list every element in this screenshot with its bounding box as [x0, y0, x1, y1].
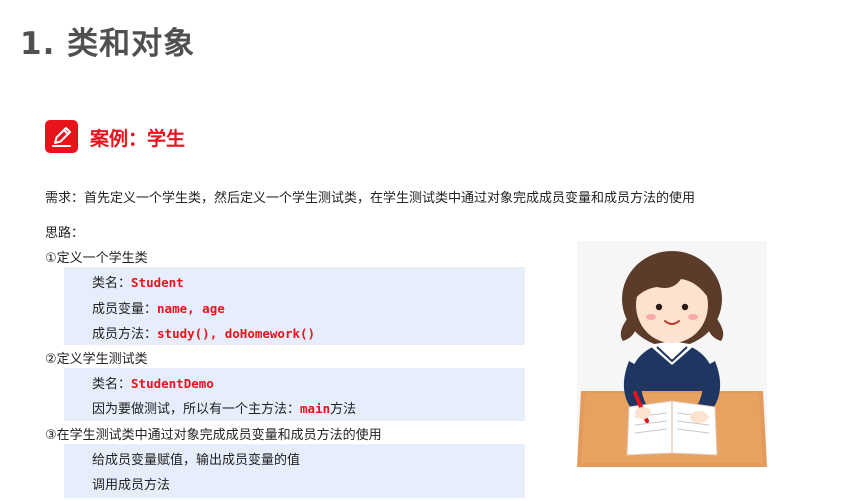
class-name-line: 类名：StudentDemo [92, 373, 214, 392]
call-methods-line: 调用成员方法 [92, 478, 171, 493]
code-text: StudentDemo [131, 376, 214, 391]
step-heading: ①定义一个学生类 [45, 251, 148, 266]
thinking-label: 思路： [45, 226, 85, 241]
requirement-text: 需求：首先定义一个学生类，然后定义一个学生测试类，在学生测试类中通过对象完成成员… [45, 191, 696, 206]
class-name-line: 类名：Student [92, 272, 184, 291]
step-heading: ③在学生测试类中通过对象完成成员变量和成员方法的使用 [45, 428, 382, 443]
line-suffix: 方法 [330, 402, 357, 417]
code-text: name, age [157, 301, 225, 316]
main-method-line: 因为要做测试，所以有一个主方法：main方法 [92, 398, 356, 417]
pencil-icon [45, 120, 78, 153]
case-title: 案例：学生 [90, 128, 186, 150]
line-label: 成员变量： [92, 302, 158, 317]
assign-variables-line: 给成员变量赋值，输出成员变量的值 [92, 453, 301, 468]
member-variables-line: 成员变量：name, age [92, 298, 225, 317]
line-label: 因为要做测试，所以有一个主方法： [92, 402, 301, 417]
code-text: Student [131, 275, 184, 290]
line-label: 成员方法： [92, 327, 158, 342]
step-heading: ②定义学生测试类 [45, 352, 148, 367]
student-illustration [577, 241, 767, 467]
member-methods-line: 成员方法：study(), doHomework() [92, 323, 315, 342]
line-label: 类名： [92, 377, 132, 392]
code-text: main [300, 401, 331, 416]
line-label: 类名： [92, 276, 132, 291]
page-title: 1. 类和对象 [20, 26, 196, 62]
code-text: study(), doHomework() [157, 326, 316, 341]
